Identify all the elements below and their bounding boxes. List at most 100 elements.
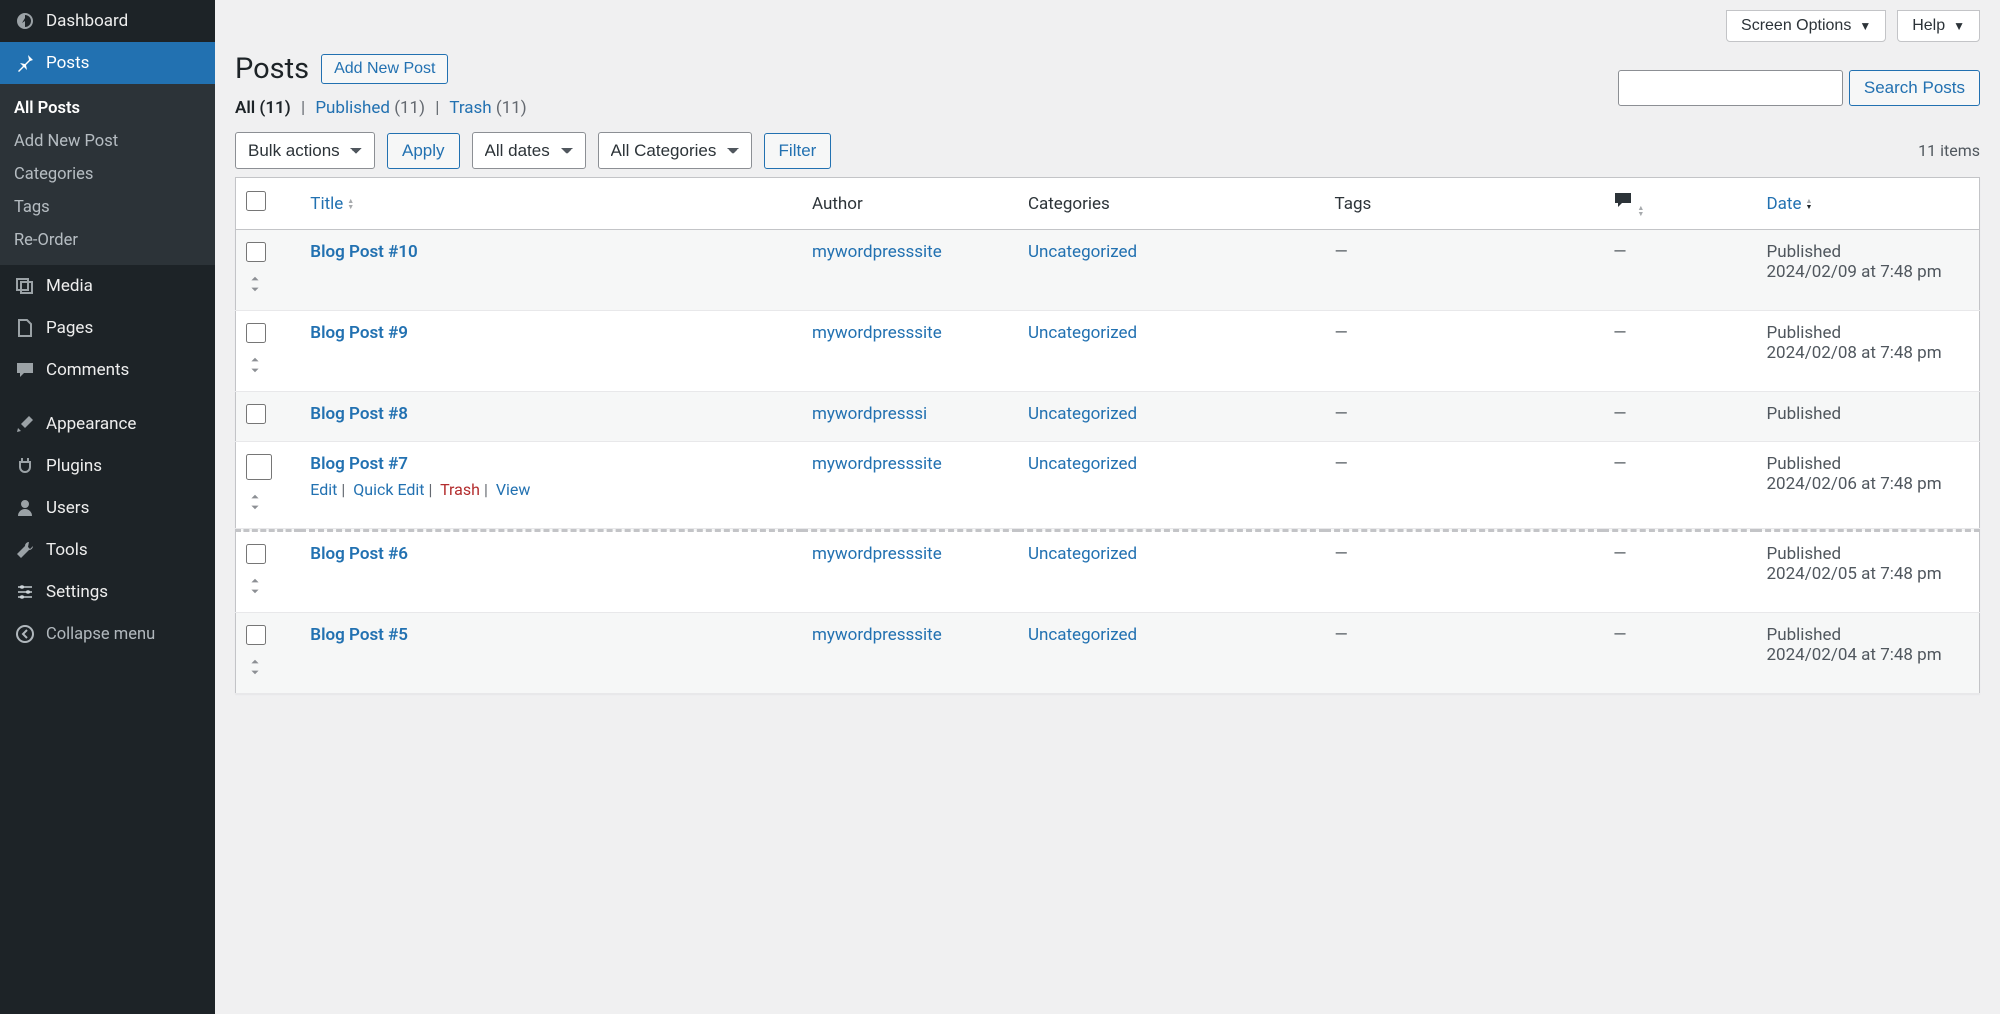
sidebar-posts-submenu: All Posts Add New Post Categories Tags R…	[0, 84, 215, 265]
bulk-actions-select[interactable]: Bulk actions	[235, 132, 375, 169]
author-link[interactable]: mywordpresssite	[812, 625, 942, 645]
view-published-link[interactable]: Published	[315, 98, 390, 118]
author-link[interactable]: mywordpresssite	[812, 242, 942, 262]
submenu-reorder[interactable]: Re-Order	[0, 224, 215, 257]
screen-options-label: Screen Options	[1741, 17, 1851, 35]
tags-cell: —	[1335, 404, 1348, 424]
post-title-link[interactable]: Blog Post #8	[310, 404, 408, 424]
row-checkbox[interactable]	[246, 454, 272, 480]
row-action-trash[interactable]: Trash	[440, 480, 480, 499]
sidebar-item-pages[interactable]: Pages	[0, 307, 215, 349]
submenu-categories[interactable]: Categories	[0, 158, 215, 191]
sort-icon: ▲▼	[1637, 205, 1644, 217]
tags-cell: —	[1335, 544, 1348, 564]
wrench-icon	[14, 539, 36, 561]
plug-icon	[14, 455, 36, 477]
chevron-down-icon: ▼	[1953, 19, 1965, 33]
category-filter-select[interactable]: All Categories	[598, 132, 752, 169]
brush-icon	[14, 413, 36, 435]
view-all-link[interactable]: All (11)	[235, 98, 291, 118]
sidebar-item-settings[interactable]: Settings	[0, 571, 215, 613]
add-new-post-button[interactable]: Add New Post	[321, 54, 448, 84]
category-link[interactable]: Uncategorized	[1028, 404, 1137, 424]
page-icon	[14, 317, 36, 339]
media-icon	[14, 275, 36, 297]
filter-button[interactable]: Filter	[764, 133, 832, 169]
category-link[interactable]: Uncategorized	[1028, 544, 1137, 564]
table-row: Blog Post #8 mywordpresssi Uncategorized…	[236, 392, 1980, 442]
row-checkbox[interactable]	[246, 625, 266, 645]
submenu-all-posts[interactable]: All Posts	[0, 92, 215, 125]
submenu-tags[interactable]: Tags	[0, 191, 215, 224]
comments-cell: —	[1613, 544, 1626, 564]
comments-icon	[1613, 190, 1633, 210]
post-title-link[interactable]: Blog Post #7	[310, 454, 408, 474]
row-checkbox[interactable]	[246, 404, 266, 424]
column-author: Author	[802, 178, 1018, 230]
table-row: Blog Post #5 mywordpresssite Uncategoriz…	[236, 613, 1980, 694]
reorder-handle[interactable]	[246, 493, 290, 516]
author-link[interactable]: mywordpresssite	[812, 544, 942, 564]
screen-options-button[interactable]: Screen Options ▼	[1726, 10, 1886, 42]
select-all-checkbox[interactable]	[246, 191, 266, 211]
sidebar-item-plugins[interactable]: Plugins	[0, 445, 215, 487]
comments-cell: —	[1613, 454, 1626, 474]
sort-title[interactable]: Title ▲▼	[310, 194, 354, 214]
sidebar-item-label: Tools	[46, 540, 88, 560]
author-link[interactable]: mywordpresssite	[812, 323, 942, 343]
page-title: Posts	[235, 52, 309, 86]
sidebar-item-tools[interactable]: Tools	[0, 529, 215, 571]
search-posts-input[interactable]	[1618, 70, 1843, 106]
comments-cell: —	[1613, 625, 1626, 645]
search-posts-button[interactable]: Search Posts	[1849, 70, 1980, 106]
comments-cell: —	[1613, 404, 1626, 424]
sliders-icon	[14, 581, 36, 603]
sort-icon: ▲▼	[1805, 198, 1812, 210]
post-title-link[interactable]: Blog Post #10	[310, 242, 417, 262]
sidebar-item-media[interactable]: Media	[0, 265, 215, 307]
collapse-menu-button[interactable]: Collapse menu	[0, 613, 215, 655]
table-row: Blog Post #6 mywordpresssite Uncategoriz…	[236, 531, 1980, 613]
category-link[interactable]: Uncategorized	[1028, 454, 1137, 474]
submenu-add-new-post[interactable]: Add New Post	[0, 125, 215, 158]
sidebar-item-label: Dashboard	[46, 11, 128, 31]
author-link[interactable]: mywordpresssite	[812, 454, 942, 474]
sidebar-item-dashboard[interactable]: Dashboard	[0, 0, 215, 42]
post-title-link[interactable]: Blog Post #6	[310, 544, 408, 564]
help-button[interactable]: Help ▼	[1897, 10, 1980, 42]
sidebar-item-comments[interactable]: Comments	[0, 349, 215, 391]
apply-button[interactable]: Apply	[387, 133, 460, 169]
date-cell: Published2024/02/05 at 7:48 pm	[1756, 531, 1979, 613]
help-label: Help	[1912, 17, 1945, 35]
sidebar-item-posts[interactable]: Posts	[0, 42, 215, 84]
row-checkbox[interactable]	[246, 242, 266, 262]
category-link[interactable]: Uncategorized	[1028, 625, 1137, 645]
reorder-handle[interactable]	[246, 658, 290, 681]
view-trash-link[interactable]: Trash	[449, 98, 491, 118]
table-row: Blog Post #7 Edit| Quick Edit| Trash| Vi…	[236, 442, 1980, 529]
date-filter-select[interactable]: All dates	[472, 132, 586, 169]
reorder-handle[interactable]	[246, 275, 290, 298]
post-title-link[interactable]: Blog Post #9	[310, 323, 408, 343]
sort-date[interactable]: Date ▲▼	[1766, 194, 1812, 214]
row-checkbox[interactable]	[246, 544, 266, 564]
post-title-link[interactable]: Blog Post #5	[310, 625, 408, 645]
sidebar-item-users[interactable]: Users	[0, 487, 215, 529]
category-link[interactable]: Uncategorized	[1028, 323, 1137, 343]
reorder-handle[interactable]	[246, 577, 290, 600]
reorder-handle[interactable]	[246, 356, 290, 379]
category-link[interactable]: Uncategorized	[1028, 242, 1137, 262]
date-cell: Published2024/02/04 at 7:48 pm	[1756, 613, 1979, 694]
date-cell: Published	[1756, 392, 1979, 442]
date-cell: Published2024/02/06 at 7:48 pm	[1756, 442, 1979, 529]
row-action-quickedit[interactable]: Quick Edit	[353, 480, 424, 499]
author-link[interactable]: mywordpresssi	[812, 404, 927, 424]
row-action-edit[interactable]: Edit	[310, 480, 337, 499]
main-content: Screen Options ▼ Help ▼ Posts Add New Po…	[215, 0, 2000, 1014]
sidebar-item-label: Plugins	[46, 456, 102, 476]
tags-cell: —	[1335, 323, 1348, 343]
row-action-view[interactable]: View	[496, 480, 531, 499]
row-checkbox[interactable]	[246, 323, 266, 343]
admin-sidebar: Dashboard Posts All Posts Add New Post C…	[0, 0, 215, 1014]
sidebar-item-appearance[interactable]: Appearance	[0, 403, 215, 445]
